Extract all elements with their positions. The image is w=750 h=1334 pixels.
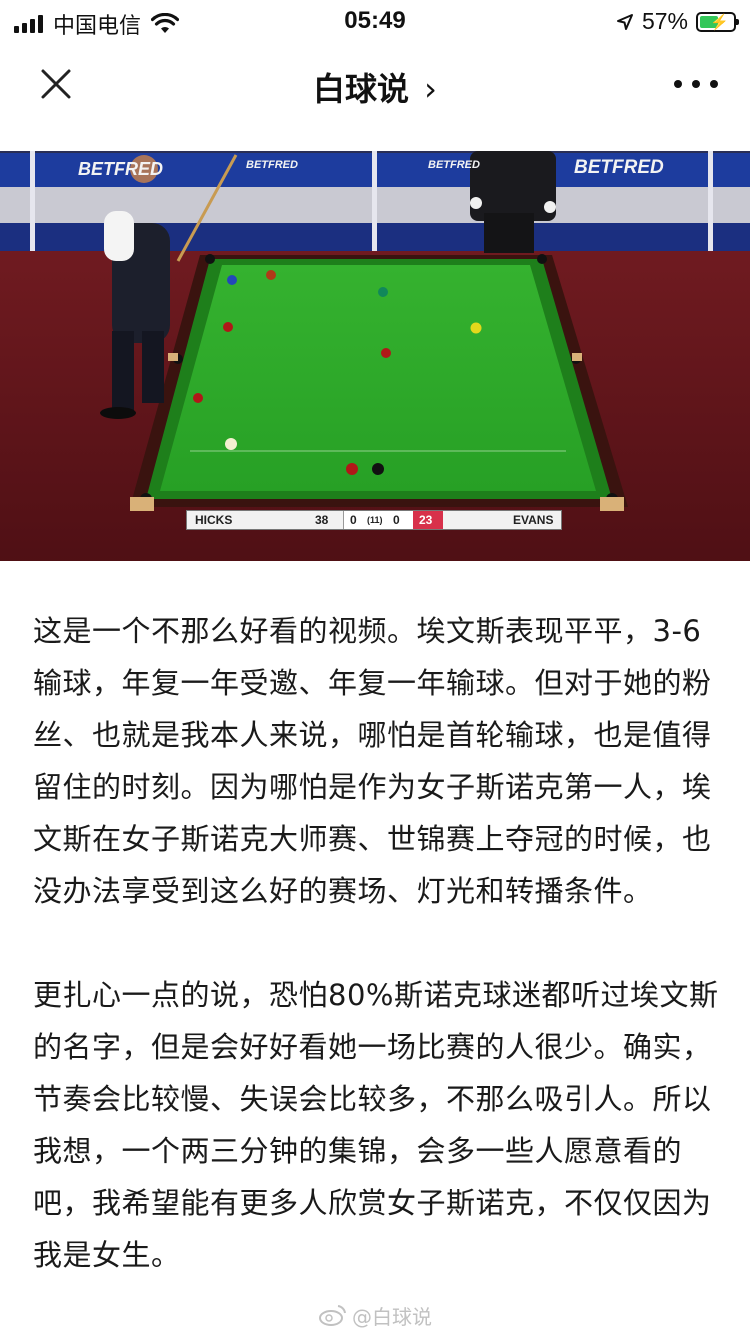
player2-name: EVANS bbox=[513, 513, 554, 527]
player1-score: 38 bbox=[315, 513, 329, 527]
nav-bar: 白球说 › bbox=[0, 40, 750, 128]
more-icon bbox=[674, 80, 682, 88]
status-bar: 中国电信 05:49 57% ⚡ bbox=[0, 0, 750, 40]
weibo-logo-icon bbox=[319, 1305, 346, 1326]
battery-percent: 57% bbox=[641, 8, 688, 34]
article-body: 这是一个不那么好看的视频。埃文斯表现平平，3-6输球，年复一年受邀、年复一年输球… bbox=[33, 605, 723, 1281]
player1-frames: 0 bbox=[350, 513, 357, 527]
battery-icon: ⚡ bbox=[696, 11, 739, 32]
close-icon bbox=[41, 69, 71, 99]
watermark-text: @白球说 bbox=[352, 1304, 432, 1329]
sponsor-banner-center: BETFRED bbox=[246, 159, 298, 171]
sponsor-banner-center-2: BETFRED bbox=[428, 159, 480, 171]
account-title-link[interactable] bbox=[250, 60, 500, 110]
wifi-icon bbox=[151, 13, 180, 33]
status-right: 57% ⚡ bbox=[616, 8, 739, 35]
signal-icon bbox=[14, 15, 43, 33]
player2-frames: 0 bbox=[393, 513, 400, 527]
player2-score: 23 bbox=[419, 513, 433, 527]
weibo-watermark: @白球说 bbox=[318, 1300, 432, 1330]
sponsor-banner-right: BETFRED bbox=[574, 157, 664, 178]
article-paragraph: 更扎心一点的说，恐怕80%斯诺克球迷都听过埃文斯的名字，但是会好好看她一场比赛的… bbox=[33, 978, 719, 1272]
scoreboard: HICKS 38 0 (11) 0 23 EVANS bbox=[186, 510, 562, 530]
status-left: 中国电信 bbox=[14, 8, 180, 40]
carrier-label: 中国电信 bbox=[53, 14, 142, 39]
sponsor-banner-left: BETFRED bbox=[78, 159, 163, 179]
player1-name: HICKS bbox=[195, 513, 233, 527]
best-of-frames: (11) bbox=[367, 515, 383, 525]
article-paragraph: 这是一个不那么好看的视频。埃文斯表现平平，3-6输球，年复一年受邀、年复一年输球… bbox=[33, 614, 712, 908]
more-button[interactable] bbox=[674, 72, 718, 96]
charging-bolt-icon: ⚡ bbox=[710, 13, 729, 31]
close-button[interactable] bbox=[34, 62, 78, 106]
location-arrow-icon bbox=[616, 13, 633, 30]
